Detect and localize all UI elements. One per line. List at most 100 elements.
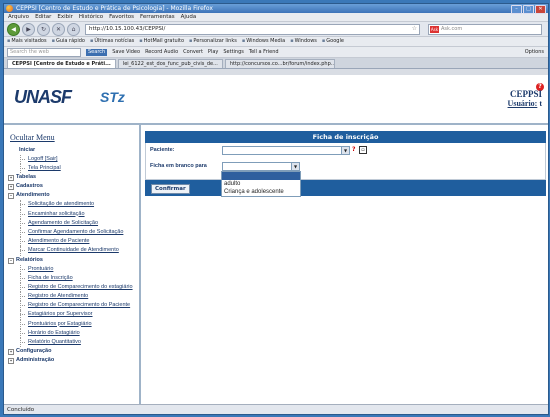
menu-historico[interactable]: Histórico bbox=[79, 13, 103, 21]
menu-item[interactable]: Atendimento de Paciente bbox=[4, 237, 139, 247]
maximize-button[interactable]: □ bbox=[523, 5, 534, 14]
tab-ceppsi[interactable]: CEPPSI [Centro de Estudo e Práti... bbox=[7, 59, 116, 68]
menu-item[interactable]: Horário do Estagiário bbox=[4, 328, 139, 339]
record-audio-button[interactable]: Record Audio bbox=[145, 47, 178, 57]
user-info: Usuário: t bbox=[508, 99, 542, 108]
menu-group-administracao[interactable]: + Administração bbox=[4, 356, 139, 365]
menu-group-label: Relatórios bbox=[16, 256, 43, 263]
toolbar-search-input[interactable]: Search the web bbox=[7, 47, 81, 57]
bookmark-star-icon[interactable]: ☆ bbox=[412, 25, 417, 32]
search-placeholder: Ask.com bbox=[441, 25, 463, 32]
expand-icon[interactable]: + bbox=[8, 349, 14, 356]
tab-lei[interactable]: lei_6122_est_dos_func_pub_civis_de... bbox=[117, 59, 223, 68]
menu-item[interactable]: Registro de Atendimento bbox=[4, 292, 139, 302]
collapse-icon[interactable]: − bbox=[8, 193, 14, 200]
url-text: http://10.15.100.43/CEPPSI/ bbox=[89, 26, 166, 32]
minimize-button[interactable]: – bbox=[511, 5, 522, 14]
play-button[interactable]: Play bbox=[208, 47, 218, 57]
main-area: Ficha de inscrição Paciente: ▼ ? ▫ Ficha… bbox=[143, 125, 548, 404]
menu-item[interactable]: Solicitação de atendimento bbox=[4, 200, 139, 210]
hide-menu-link[interactable]: Ocultar Menu bbox=[10, 133, 139, 142]
menu-item-logoff[interactable]: Logoff [Sair] bbox=[4, 155, 139, 165]
menu-group-configuracao[interactable]: + Configuração bbox=[4, 347, 139, 356]
forward-button[interactable]: ▶ bbox=[22, 22, 35, 36]
stop-icon[interactable]: ✕ bbox=[52, 22, 65, 36]
back-button[interactable]: ◀ bbox=[7, 22, 20, 36]
tab-bar: CEPPSI [Centro de Estudo e Práti... lei_… bbox=[4, 58, 548, 69]
chevron-down-icon[interactable]: ▼ bbox=[341, 147, 349, 154]
tab-forum[interactable]: http://concursos.co...br/forum/index.php… bbox=[224, 59, 335, 68]
bookmark-item[interactable]: Guia rápido bbox=[52, 37, 85, 46]
bookmark-item[interactable]: Mais visitados bbox=[7, 37, 46, 46]
lookup-icon[interactable]: ▫ bbox=[359, 146, 367, 154]
chevron-down-icon[interactable]: ▼ bbox=[291, 163, 299, 170]
menu-group-cadastros[interactable]: + Cadastros bbox=[4, 182, 139, 191]
menu-group-atendimento[interactable]: − Atendimento bbox=[4, 191, 139, 200]
paciente-select[interactable]: ▼ bbox=[222, 146, 350, 155]
dropdown-option-empty[interactable] bbox=[222, 172, 300, 180]
bookmarks-toolbar: Mais visitados Guia rápido Últimas notíc… bbox=[4, 37, 548, 47]
menu-item[interactable]: Marcar Continuidade de Atendimento bbox=[4, 246, 139, 256]
close-button[interactable]: ✕ bbox=[535, 5, 546, 14]
save-video-button[interactable]: Save Video bbox=[112, 47, 140, 57]
ficha-dropdown-list: adulto Criança e adolescente bbox=[221, 171, 301, 197]
home-icon[interactable]: ⌂ bbox=[67, 22, 80, 36]
reload-icon[interactable]: ↻ bbox=[37, 22, 50, 36]
expand-icon[interactable]: + bbox=[8, 358, 14, 365]
user-label-link[interactable]: Usuário: bbox=[508, 99, 538, 108]
menu-item[interactable]: Prontuário bbox=[4, 264, 139, 274]
page-content: UNASF STz ? CEPPSI Usuário: t Ocultar Me… bbox=[4, 75, 548, 404]
menu-group-iniciar[interactable]: Iniciar bbox=[4, 146, 139, 155]
toolbar-search-button[interactable]: Search bbox=[86, 48, 108, 56]
addon-toolbar: Search the web Search Save Video Record … bbox=[4, 47, 548, 58]
menu-item[interactable]: Relatório Quantitativo bbox=[4, 338, 139, 348]
menu-item[interactable]: Ficha de Inscrição bbox=[4, 273, 139, 284]
menu-item[interactable]: Estagiários por Supervisor bbox=[4, 310, 139, 320]
bookmark-item[interactable]: Últimas notícias bbox=[90, 37, 134, 46]
confirm-button[interactable]: Confirmar bbox=[151, 184, 190, 194]
menu-favoritos[interactable]: Favoritos bbox=[109, 13, 134, 21]
ficha-select[interactable]: ▼ bbox=[222, 162, 300, 171]
options-button[interactable]: Options bbox=[525, 47, 544, 57]
menu-group-label: Cadastros bbox=[16, 183, 43, 190]
expand-icon[interactable]: + bbox=[8, 184, 14, 191]
settings-button[interactable]: Settings bbox=[223, 47, 244, 57]
form-title: Ficha de inscrição bbox=[145, 131, 546, 143]
menu-ajuda[interactable]: Ajuda bbox=[181, 13, 197, 21]
menu-item-tela-principal[interactable]: Tela Principal bbox=[4, 164, 139, 174]
menu-item[interactable]: Registro de Comparecimento do estagiário bbox=[4, 282, 139, 293]
menu-item[interactable]: Prontuários por Estagiário bbox=[4, 319, 139, 330]
help-question-mark[interactable]: ? bbox=[352, 146, 355, 153]
window-title: CEPPSI [Centro de Estudo e Prática de Ps… bbox=[16, 5, 213, 12]
window-controls: – □ ✕ bbox=[511, 5, 546, 14]
bookmark-item[interactable]: HotMail gratuito bbox=[139, 37, 184, 46]
bookmark-item[interactable]: Google bbox=[322, 37, 344, 46]
url-bar[interactable]: http://10.15.100.43/CEPPSI/ ☆ bbox=[85, 23, 420, 35]
menu-item[interactable]: Confirmar Agendamento de Solicitação bbox=[4, 227, 139, 238]
menu-item[interactable]: Encaminhar solicitação bbox=[4, 209, 139, 219]
menu-arquivo[interactable]: Arquivo bbox=[8, 13, 29, 21]
menu-item[interactable]: Agendamento de Solicitação bbox=[4, 218, 139, 229]
menu-group-label: Administração bbox=[16, 357, 55, 364]
expand-icon[interactable]: + bbox=[8, 175, 14, 182]
dropdown-option-crianca[interactable]: Criança e adolescente bbox=[222, 188, 300, 196]
menu-exibir[interactable]: Exibir bbox=[57, 13, 73, 21]
menu-group-tabelas[interactable]: + Tabelas bbox=[4, 173, 139, 182]
browser-window: CEPPSI [Centro de Estudo e Prática de Ps… bbox=[3, 3, 549, 415]
bookmark-item[interactable]: Windows bbox=[290, 37, 317, 46]
brand-block: CEPPSI Usuário: t bbox=[508, 89, 542, 108]
convert-button[interactable]: Convert bbox=[183, 47, 203, 57]
sidebar: Ocultar Menu Iniciar Logoff [Sair] Tela … bbox=[4, 125, 141, 404]
bookmark-item[interactable]: Personalizar links bbox=[189, 37, 236, 46]
bookmark-item[interactable]: Windows Media bbox=[242, 37, 285, 46]
dropdown-option-adulto[interactable]: adulto bbox=[222, 180, 300, 188]
menu-group-relatorios[interactable]: − Relatórios bbox=[4, 256, 139, 265]
tell-friend-button[interactable]: Tell a Friend bbox=[249, 47, 279, 57]
menu-group-label: Tabelas bbox=[16, 174, 37, 181]
menu-group-label: Atendimento bbox=[16, 192, 50, 199]
menu-item[interactable]: Registro de Comparecimento do Paciente bbox=[4, 301, 139, 311]
search-input[interactable]: Ask Ask.com bbox=[428, 23, 542, 35]
menu-editar[interactable]: Editar bbox=[35, 13, 51, 21]
menu-ferramentas[interactable]: Ferramentas bbox=[140, 13, 175, 21]
collapse-icon[interactable]: − bbox=[8, 257, 14, 264]
